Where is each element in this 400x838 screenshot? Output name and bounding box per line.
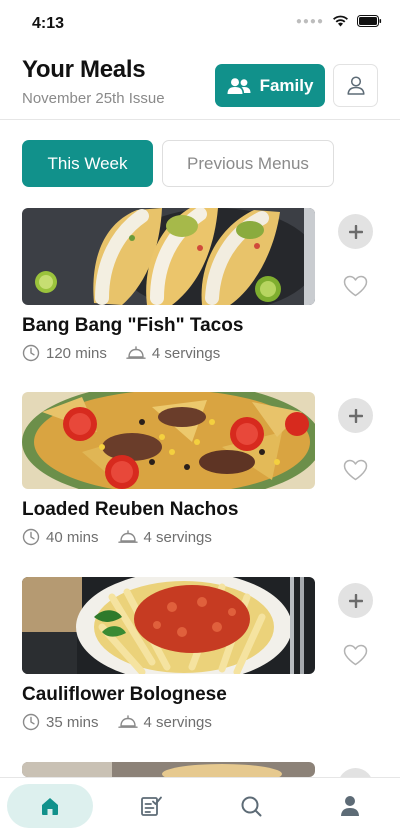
person-icon [341,796,359,816]
cloche-icon [117,530,138,543]
wifi-icon [333,15,348,27]
nav-search[interactable] [208,784,294,828]
status-time: 4:13 [32,15,65,32]
servings: 4 servings [126,345,220,362]
meal-photo[interactable] [22,577,315,674]
plus-icon [348,408,363,423]
nav-account[interactable] [307,784,393,828]
cloche-icon [126,346,146,359]
favorite-button[interactable] [342,643,369,667]
tab-this-week[interactable]: This Week [22,140,153,187]
status-icons: ●●●● [296,15,382,27]
nav-home[interactable] [7,784,93,828]
servings-text: 4 servings [151,344,221,362]
profile-button[interactable] [333,64,378,107]
clock-icon [22,344,40,362]
family-button-label: Family [259,75,314,95]
meal-card[interactable] [0,762,400,777]
meal-meta: 120 mins 4 servings [22,344,220,362]
servings: 4 servings [117,528,212,546]
clock-icon [22,713,40,731]
plus-icon [348,593,363,608]
add-meal-button[interactable] [338,768,373,777]
bottom-tab-bar [0,777,400,838]
meal-card[interactable]: Loaded Reuben Nachos 40 mins 4 servings [0,392,400,576]
servings: 4 servings [117,713,212,731]
add-meal-button[interactable] [338,583,373,618]
nav-menu[interactable] [108,784,194,828]
add-meal-button[interactable] [338,398,373,433]
heart-icon [343,459,368,481]
status-bar: 4:13 ●●●● [0,0,400,48]
plus-icon [348,224,363,239]
tab-previous-menus[interactable]: Previous Menus [162,140,334,187]
battery-icon [357,15,382,27]
meal-photo[interactable] [22,392,315,489]
meal-card[interactable]: Cauliflower Bolognese 35 mins 4 servings [0,577,400,761]
servings-text: 4 servings [143,528,212,546]
menu-tabs: This Week Previous Menus [22,140,334,187]
home-icon [42,798,58,815]
page-title: Your Meals [22,56,146,83]
signal-dots-icon: ●●●● [295,15,324,27]
favorite-button[interactable] [342,274,369,298]
prep-time: 120 mins [22,344,107,362]
clock-icon [22,528,40,546]
prep-time-text: 35 mins [46,713,99,731]
meal-title[interactable]: Cauliflower Bolognese [22,684,227,706]
add-meal-button[interactable] [338,214,373,249]
servings-text: 4 servings [143,713,212,731]
heart-icon [343,275,368,297]
header: Your Meals November 25th Issue Family [0,48,400,120]
prep-time: 40 mins [22,528,99,546]
meal-meta: 35 mins 4 servings [22,713,212,731]
user-icon [346,76,365,95]
meal-card[interactable]: Bang Bang "Fish" Tacos 120 mins 4 servin… [0,208,400,392]
checklist-icon [141,796,162,816]
family-button[interactable]: Family [215,64,325,107]
meal-title[interactable]: Loaded Reuben Nachos [22,499,238,521]
issue-subtitle: November 25th Issue [22,90,165,107]
cloche-icon [117,715,138,728]
prep-time-text: 40 mins [46,528,99,546]
meal-title[interactable]: Bang Bang "Fish" Tacos [22,315,243,337]
favorite-button[interactable] [342,458,369,482]
prep-time-text: 120 mins [46,344,107,362]
search-icon [241,796,262,817]
heart-icon [343,644,368,666]
meal-meta: 40 mins 4 servings [22,528,212,546]
meal-photo[interactable] [22,762,315,777]
prep-time: 35 mins [22,713,99,731]
family-icon [227,77,251,94]
meal-photo[interactable] [22,208,315,305]
